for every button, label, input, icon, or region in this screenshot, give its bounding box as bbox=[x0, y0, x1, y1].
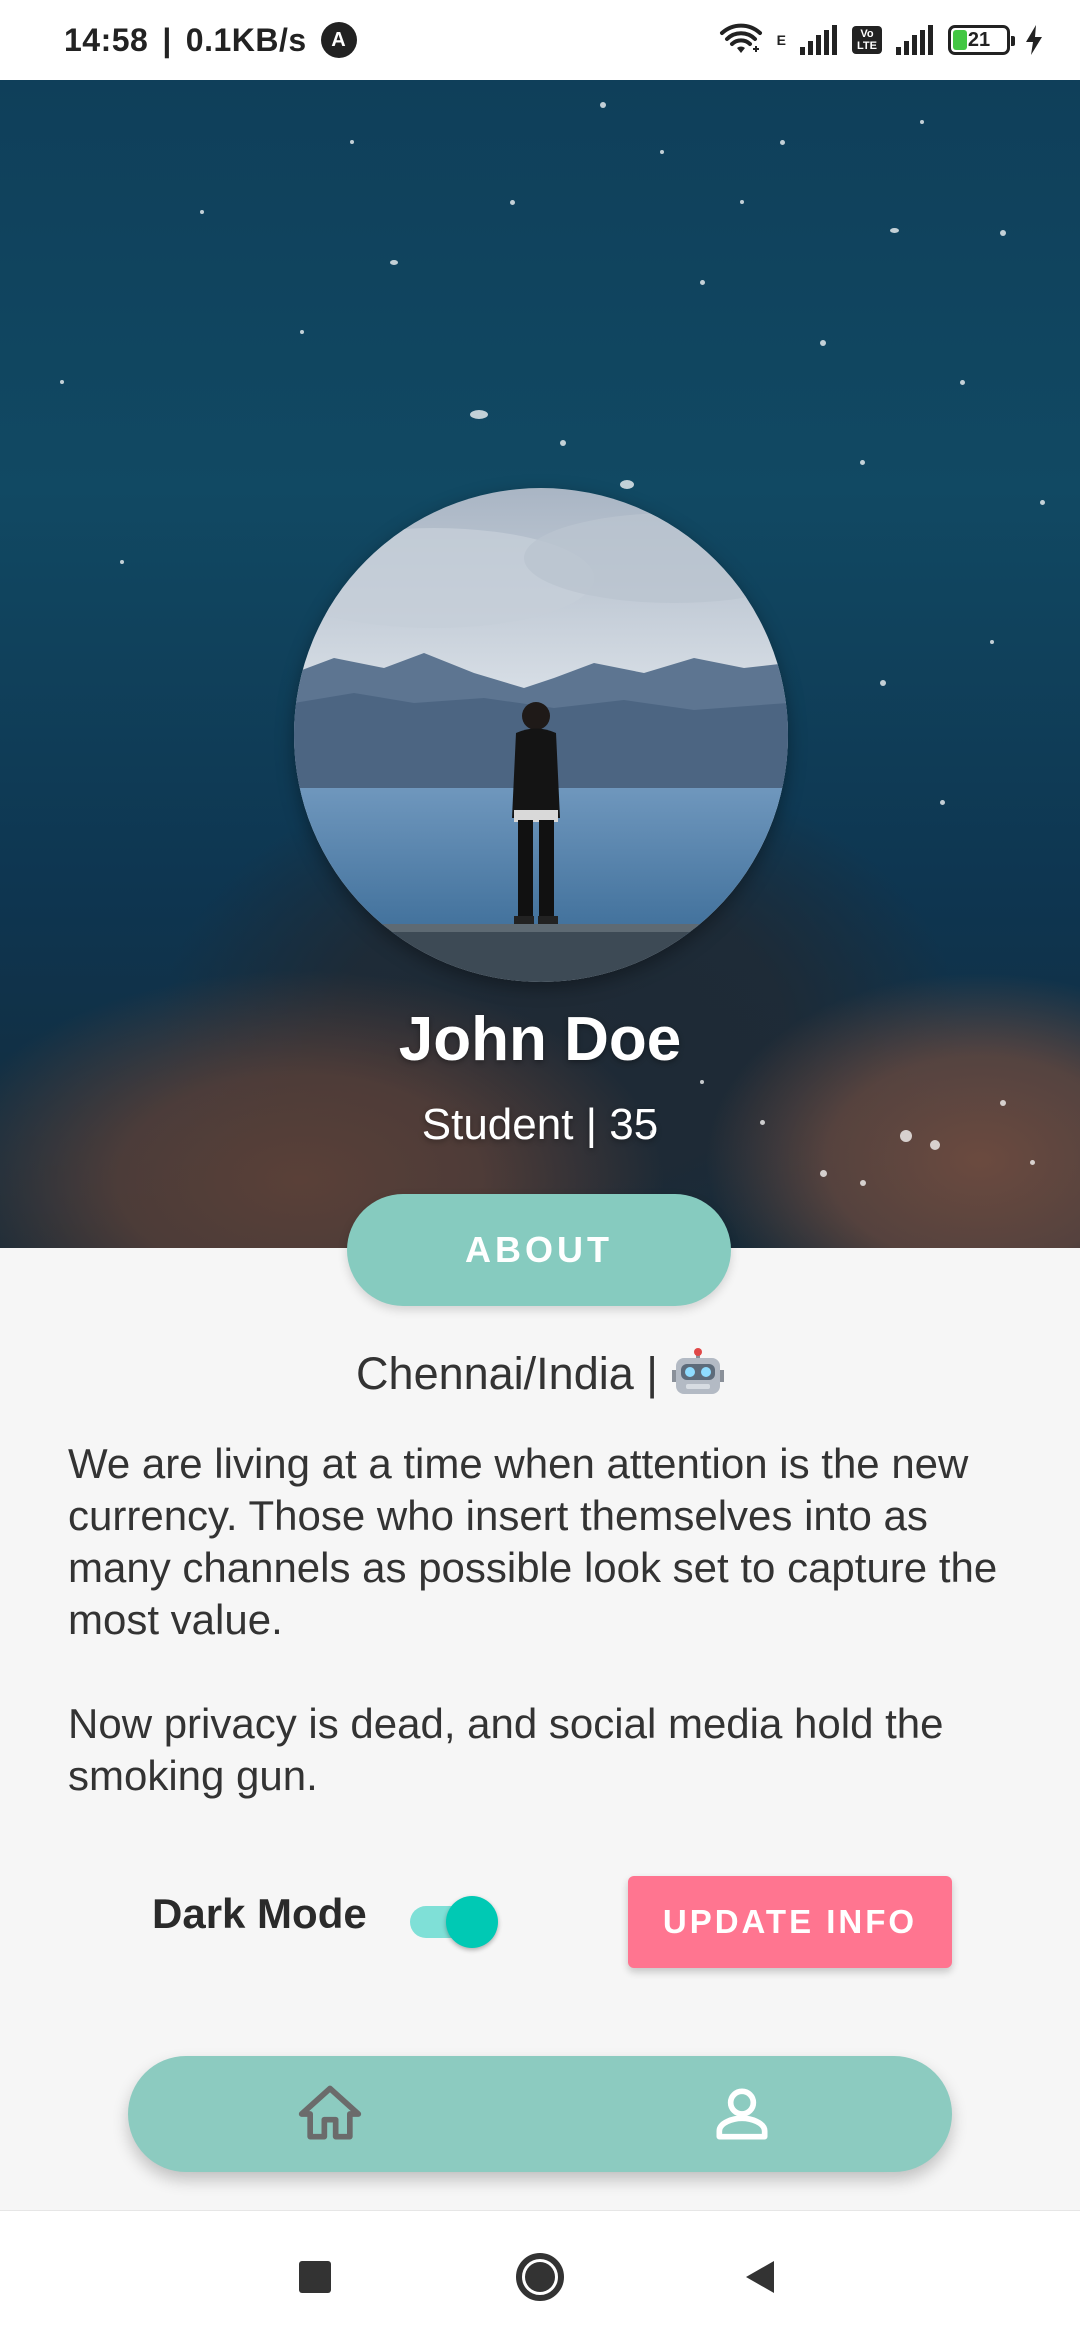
status-speed: 0.1KB/s bbox=[185, 21, 307, 58]
system-navigation-bar bbox=[0, 2210, 1080, 2340]
bio-paragraph: We are living at a time when attention i… bbox=[68, 1440, 998, 1643]
battery-icon: 21 bbox=[948, 25, 1015, 55]
toggle-thumb bbox=[446, 1896, 498, 1948]
location-text: Chennai/India | bbox=[356, 1348, 658, 1399]
status-separator: | bbox=[162, 21, 172, 58]
battery-level: 21 bbox=[967, 28, 991, 51]
back-triangle-icon[interactable] bbox=[730, 2247, 790, 2307]
profile-icon[interactable] bbox=[708, 2080, 776, 2148]
status-time: 14:58 bbox=[64, 21, 149, 58]
about-button[interactable]: ABOUT bbox=[347, 1194, 731, 1306]
location-line: Chennai/India | bbox=[0, 1348, 1080, 1400]
bio-text: We are living at a time when attention i… bbox=[68, 1438, 1018, 1854]
network-type-label: E bbox=[776, 32, 786, 48]
charging-icon bbox=[1026, 25, 1042, 55]
dark-mode-label: Dark Mode bbox=[152, 1890, 367, 1937]
robot-icon bbox=[671, 1348, 724, 1394]
bottom-nav-bar bbox=[128, 2056, 952, 2172]
volte-bottom-label: LTE bbox=[857, 40, 877, 52]
profile-name: John Doe bbox=[398, 1005, 682, 1074]
volte-icon: Vo LTE bbox=[852, 26, 882, 54]
profile-subtitle: Student | 35 bbox=[421, 1100, 659, 1149]
status-bar: 14:58 | 0.1KB/s A E Vo LTE 21 bbox=[0, 0, 1080, 80]
status-left: 14:58 | 0.1KB/s A bbox=[64, 22, 357, 59]
profile-avatar[interactable] bbox=[294, 488, 788, 982]
volte-top-label: Vo bbox=[860, 28, 874, 40]
avatar-photo bbox=[294, 488, 788, 982]
home-icon[interactable] bbox=[296, 2080, 364, 2148]
recents-square-icon[interactable] bbox=[285, 2247, 345, 2307]
dark-mode-toggle[interactable] bbox=[410, 1896, 498, 1948]
bio-paragraph: Now privacy is dead, and social media ho… bbox=[68, 1700, 944, 1799]
wifi-icon bbox=[719, 23, 762, 53]
signal-icon bbox=[896, 25, 933, 55]
auto-mode-icon: A bbox=[320, 22, 357, 58]
update-info-button[interactable]: UPDATE INFO bbox=[628, 1876, 952, 1968]
home-circle-icon[interactable] bbox=[510, 2247, 570, 2307]
profile-screen: 14:58 | 0.1KB/s A E Vo LTE 21 John Doe S… bbox=[0, 0, 1080, 2340]
signal-icon bbox=[800, 25, 837, 55]
status-right: E Vo LTE 21 bbox=[719, 23, 1044, 57]
